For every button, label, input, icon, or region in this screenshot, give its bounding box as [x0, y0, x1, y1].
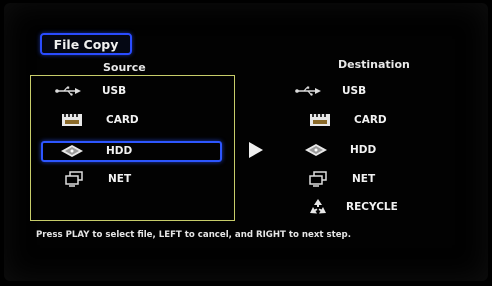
destination-item-net[interactable]: NET: [304, 171, 375, 187]
network-icon: [60, 171, 88, 187]
destination-item-label: NET: [352, 173, 376, 185]
destination-item-hdd[interactable]: HDD: [302, 142, 376, 158]
card-icon: [306, 112, 334, 128]
source-item-label: HDD: [106, 145, 133, 157]
destination-item-card[interactable]: CARD: [306, 112, 387, 128]
source-item-card[interactable]: CARD: [58, 112, 139, 128]
network-icon: [304, 171, 332, 187]
help-text: Press PLAY to select file, LEFT to cance…: [36, 230, 351, 240]
hdd-icon: [58, 143, 86, 159]
next-step-arrow-icon: [249, 142, 263, 158]
source-item-net[interactable]: NET: [60, 171, 131, 187]
destination-item-usb[interactable]: USB: [294, 83, 366, 99]
source-item-label: CARD: [106, 114, 139, 126]
source-header: Source: [103, 61, 146, 74]
recycle-icon: [304, 199, 332, 215]
source-item-label: USB: [102, 85, 127, 97]
card-icon: [58, 112, 86, 128]
destination-item-label: CARD: [354, 114, 387, 126]
usb-icon: [294, 83, 322, 99]
usb-icon: [54, 83, 82, 99]
source-item-usb[interactable]: USB: [54, 83, 126, 99]
dialog-title: File Copy: [40, 33, 132, 55]
hdd-icon: [302, 142, 330, 158]
destination-item-label: RECYCLE: [346, 201, 398, 213]
tv-screen: File Copy Source Destination USB CARD HD…: [4, 3, 488, 281]
destination-item-label: USB: [342, 85, 367, 97]
destination-item-recycle[interactable]: RECYCLE: [304, 199, 398, 215]
destination-header: Destination: [338, 58, 410, 71]
source-item-hdd[interactable]: HDD: [58, 143, 132, 159]
destination-item-label: HDD: [350, 144, 377, 156]
source-item-label: NET: [108, 173, 132, 185]
